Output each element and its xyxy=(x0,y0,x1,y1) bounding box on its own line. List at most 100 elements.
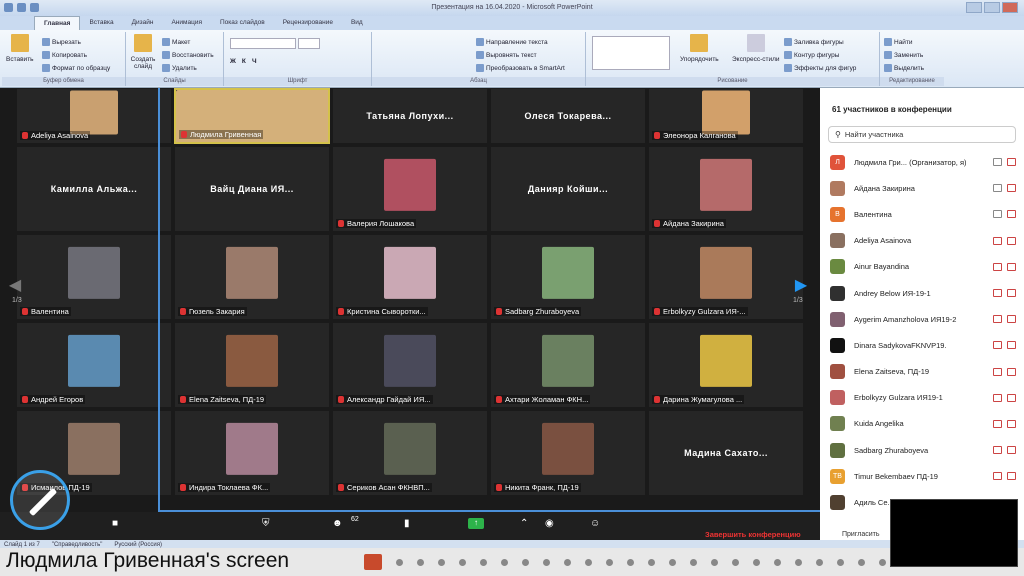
replace-button[interactable]: Заменить xyxy=(884,51,923,59)
video-tile[interactable]: Индира Токлаева ФК... xyxy=(174,410,330,496)
video-tile[interactable]: Элеонора Калганова xyxy=(648,88,804,144)
reactions-icon[interactable]: ☺ xyxy=(590,518,600,529)
participant-status-icons[interactable] xyxy=(993,341,1016,350)
participant-row[interactable]: Sadbarg Zhuraboyeva xyxy=(820,437,1024,463)
video-tile[interactable]: Данияр Койши... xyxy=(490,146,646,232)
participant-status-icons[interactable] xyxy=(993,472,1016,481)
participant-row[interactable]: Dinara SadykovaFKNVP19. xyxy=(820,332,1024,358)
chat-icon[interactable]: ▮ xyxy=(404,518,410,529)
participant-status-icons[interactable] xyxy=(993,315,1016,324)
text-direction-button[interactable]: Направление текста xyxy=(476,38,548,46)
video-tile[interactable]: Гюзель Закария xyxy=(174,234,330,320)
tab-design[interactable]: Дизайн xyxy=(123,16,163,30)
smartart-button[interactable]: Преобразовать в SmartArt xyxy=(476,64,565,72)
video-tile[interactable]: Erbolkyzy Gulzara ИЯ-... xyxy=(648,234,804,320)
select-button[interactable]: Выделить xyxy=(884,64,924,72)
video-tile[interactable]: Adeliya Asainova xyxy=(16,88,172,144)
chevron-up-icon[interactable]: ⌃ xyxy=(520,518,528,529)
delete-button[interactable]: Удалить xyxy=(162,64,197,72)
prev-page-button[interactable]: ◀ xyxy=(4,255,26,315)
find-button[interactable]: Найти xyxy=(884,38,913,46)
tab-view[interactable]: Вид xyxy=(342,16,372,30)
participant-row[interactable]: Erbolkyzy Gulzara ИЯ19-1 xyxy=(820,385,1024,411)
participant-status-icons[interactable] xyxy=(993,367,1016,376)
participant-row[interactable]: Айдана Закирина xyxy=(820,175,1024,201)
video-tile[interactable]: Никита Франк, ПД-19 xyxy=(490,410,646,496)
tab-insert[interactable]: Вставка xyxy=(80,16,122,30)
video-tile[interactable]: Андрей Егоров xyxy=(16,322,172,408)
participant-name-label: Элеонора Калганова xyxy=(652,131,738,140)
video-tile[interactable]: Валентина xyxy=(16,234,172,320)
video-tile[interactable]: Вайц Диана ИЯ... xyxy=(174,146,330,232)
reset-button[interactable]: Восстановить xyxy=(162,51,214,59)
shape-effects-button[interactable]: Эффекты для фигур xyxy=(784,64,856,72)
participant-row[interactable]: TB Timur Bekembaev ПД-19 xyxy=(820,463,1024,489)
participant-name: Ахтари Жоламан ФКН... xyxy=(505,395,589,404)
tab-home[interactable]: Главная xyxy=(34,16,81,30)
participant-status-icons[interactable] xyxy=(993,210,1016,219)
shapes-gallery[interactable] xyxy=(592,36,670,70)
video-camera-icon[interactable]: ■ xyxy=(112,518,118,529)
invite-button[interactable]: Пригласить xyxy=(842,531,879,538)
participant-status-icons[interactable] xyxy=(993,236,1016,245)
video-tile[interactable]: Ахтари Жоламан ФКН... xyxy=(490,322,646,408)
participant-row[interactable]: В Валентина xyxy=(820,201,1024,227)
security-shield-icon[interactable]: ⛨ xyxy=(262,518,270,529)
participants-icon[interactable]: ☻ xyxy=(332,518,343,529)
tab-animation[interactable]: Анимация xyxy=(162,16,211,30)
participant-status-icons[interactable] xyxy=(993,262,1016,271)
record-icon[interactable]: ◉ xyxy=(545,518,554,529)
video-tile[interactable]: Александр Гайдай ИЯ... xyxy=(332,322,488,408)
participant-row[interactable]: Aygerim Amanzholova ИЯ19-2 xyxy=(820,306,1024,332)
participant-status-icons[interactable] xyxy=(993,446,1016,455)
participant-status-icons[interactable] xyxy=(993,393,1016,402)
participant-row[interactable]: Elena Zaitseva, ПД-19 xyxy=(820,359,1024,385)
participant-row[interactable]: Л Людмила Гри... (Организатор, я) xyxy=(820,149,1024,175)
video-tile[interactable]: Кристина Сыворотки... xyxy=(332,234,488,320)
quick-styles-button[interactable]: Экспресс-стили xyxy=(732,34,780,63)
new-slide-button[interactable]: Создать слайд xyxy=(128,34,158,70)
format-painter-button[interactable]: Формат по образцу xyxy=(42,64,110,72)
arrange-button[interactable]: Упорядочить xyxy=(680,34,719,63)
participant-status-icons[interactable] xyxy=(993,158,1016,167)
font-name-input[interactable] xyxy=(230,38,296,49)
video-tile[interactable]: Валерия Лошакова xyxy=(332,146,488,232)
participant-row[interactable]: Ainur Bayandina xyxy=(820,254,1024,280)
end-meeting-button[interactable]: Завершить конференцию xyxy=(705,530,801,539)
video-tile[interactable]: Айдана Закирина xyxy=(648,146,804,232)
participant-row[interactable]: Adeliya Asainova xyxy=(820,228,1024,254)
video-tile[interactable]: Людмила Гривенная xyxy=(174,88,330,144)
paste-button[interactable]: Вставить xyxy=(6,34,34,63)
layout-button[interactable]: Макет xyxy=(162,38,190,46)
participant-search-input[interactable]: ⚲ Найти участника xyxy=(828,126,1016,143)
tab-review[interactable]: Рецензирование xyxy=(274,16,342,30)
video-tile[interactable]: Sadbarg Zhuraboyeva xyxy=(490,234,646,320)
annotate-pen-icon[interactable] xyxy=(10,470,70,530)
participant-status-icons[interactable] xyxy=(993,419,1016,428)
participant-status-icons[interactable] xyxy=(993,289,1016,298)
next-page-button[interactable]: ▶ xyxy=(790,255,812,315)
video-tile[interactable]: Elena Zaitseva, ПД-19 xyxy=(174,322,330,408)
participant-row[interactable]: Andrey Below ИЯ-19-1 xyxy=(820,280,1024,306)
shape-fill-button[interactable]: Заливка фигуры xyxy=(784,38,844,46)
copy-button[interactable]: Копировать xyxy=(42,51,87,59)
arrange-icon xyxy=(690,34,709,52)
cut-button[interactable]: Вырезать xyxy=(42,38,81,46)
share-screen-icon[interactable]: ↑ xyxy=(468,518,484,529)
participant-status-icons[interactable] xyxy=(993,184,1016,193)
video-tile[interactable]: Мадина Сахато... xyxy=(648,410,804,496)
video-tile[interactable]: Сериков Асан ФКНВП... xyxy=(332,410,488,496)
font-format-buttons[interactable]: ЖКЧ xyxy=(230,58,263,65)
video-tile[interactable]: Олеся Токарева... xyxy=(490,88,646,144)
quick-access-toolbar[interactable] xyxy=(4,3,39,12)
shape-outline-button[interactable]: Контур фигуры xyxy=(784,51,839,59)
video-tile[interactable]: Татьяна Лопухи... xyxy=(332,88,488,144)
align-text-button[interactable]: Выровнять текст xyxy=(476,51,537,59)
tab-slideshow[interactable]: Показ слайдов xyxy=(211,16,274,30)
window-controls[interactable] xyxy=(966,2,1018,13)
powerpoint-icon[interactable] xyxy=(364,554,382,570)
participant-row[interactable]: Kuida Angelika xyxy=(820,411,1024,437)
font-size-input[interactable] xyxy=(298,38,320,49)
video-tile[interactable]: Дарина Жумагулова ... xyxy=(648,322,804,408)
video-tile[interactable]: Камилла Альжа... xyxy=(16,146,172,232)
